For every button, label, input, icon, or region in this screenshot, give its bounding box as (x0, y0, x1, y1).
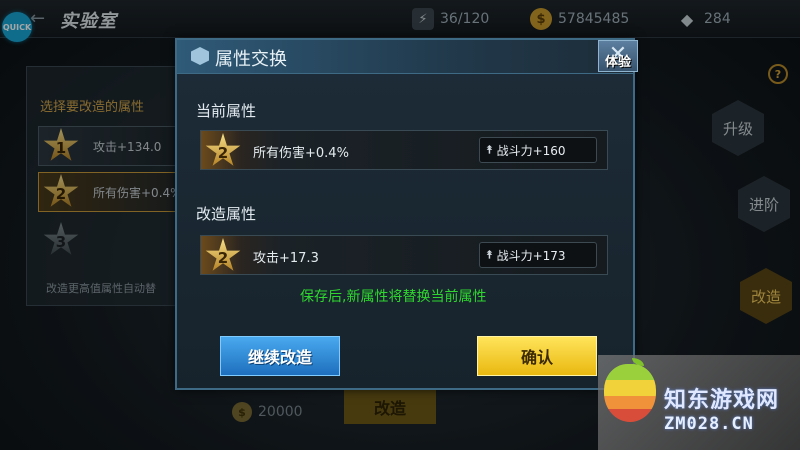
replace-hint: 保存后,新属性将替换当前属性 (300, 289, 487, 305)
current-attribute-text: 所有伤害+0.4% (253, 146, 349, 161)
current-attribute-row: 2 所有伤害+0.4% ⯭ 战斗力+160 (200, 130, 608, 170)
dialog-title: 属性交换 (215, 49, 287, 70)
new-attribute-text: 攻击+17.3 (253, 251, 319, 266)
combat-power-box: ⯭ 战斗力+160 (479, 137, 597, 163)
game-screen: ← 实验室 ⚡ 36/120 $ 57845485 ◆ 284 QUICK 选择… (0, 0, 800, 450)
current-attribute-label: 当前属性 (196, 102, 257, 120)
new-attribute-label: 改造属性 (196, 205, 257, 223)
star-level-badge: 2 (205, 238, 241, 271)
star-level-badge: 2 (205, 133, 241, 166)
confirm-button[interactable]: 确认 (477, 336, 597, 376)
experience-tag: 体验 (605, 55, 632, 70)
continue-reform-button[interactable]: 继续改造 (220, 336, 340, 376)
combat-power-value: 战斗力+160 (496, 143, 566, 158)
watermark-title: 知东游戏网 (664, 388, 780, 413)
new-attribute-row: 2 攻击+17.3 ⯭ 战斗力+173 (200, 235, 608, 275)
combat-power-value: 战斗力+173 (496, 248, 566, 263)
combat-power-box: ⯭ 战斗力+173 (479, 242, 597, 268)
double-chevron-up-icon: ⯭ (486, 248, 493, 261)
watermark-url: ZM028.CN (664, 414, 754, 434)
cube-icon (191, 47, 209, 65)
dialog-header: 属性交换 (177, 40, 633, 74)
apple-logo-icon (604, 364, 656, 422)
double-chevron-up-icon: ⯭ (486, 143, 493, 156)
